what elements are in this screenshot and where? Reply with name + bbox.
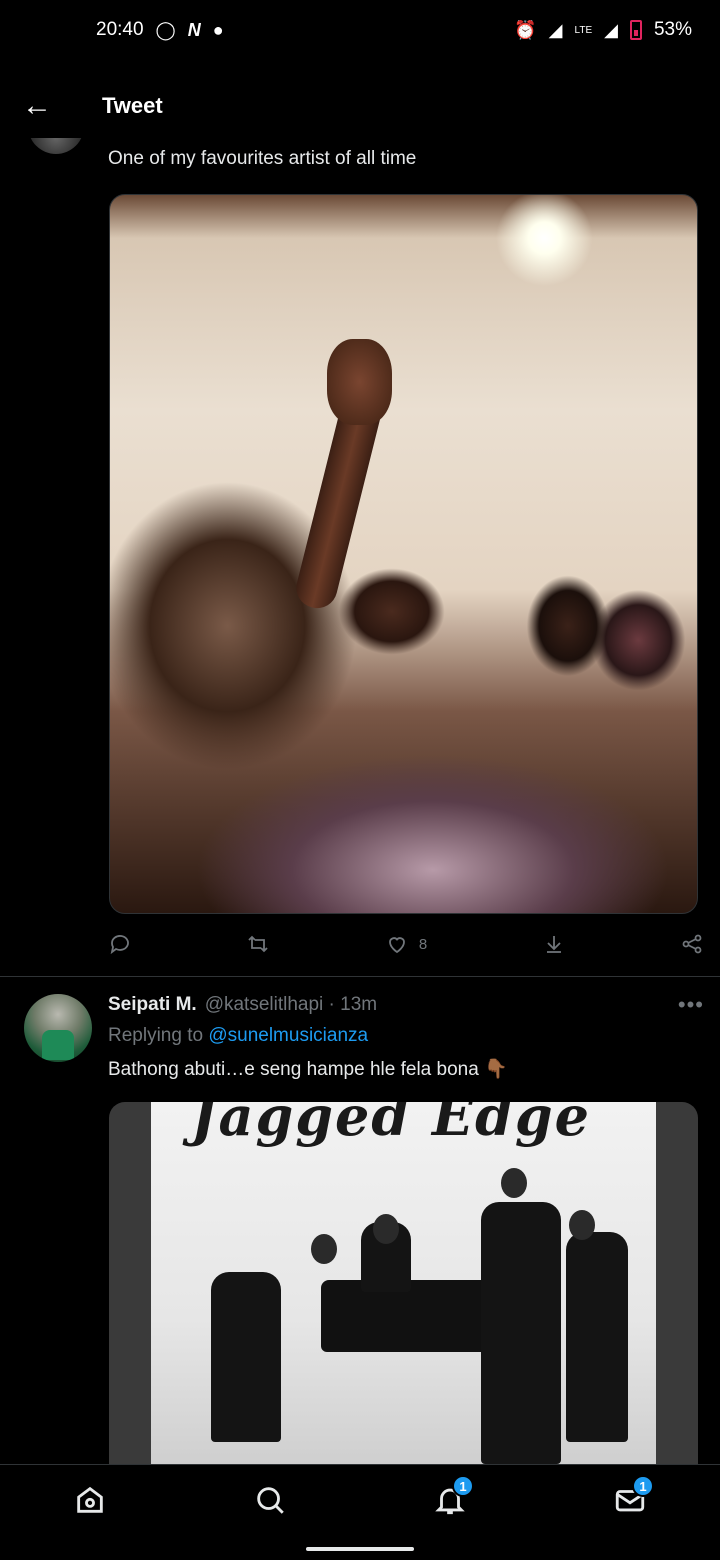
- notifications-badge: 1: [452, 1475, 474, 1497]
- download-icon: [546, 936, 561, 953]
- battery-icon: [629, 20, 642, 40]
- mention-link[interactable]: @sunelmusicianza: [208, 1025, 368, 1046]
- n-icon: N: [187, 19, 201, 40]
- top-app-bar: ← Tweet: [0, 74, 720, 138]
- more-options-icon[interactable]: •••: [678, 992, 704, 1018]
- photo-hand: [327, 338, 392, 425]
- reply-header: Seipati M. @katselitlhapi · 13m •••: [108, 992, 704, 1018]
- figure-head: [311, 1234, 337, 1264]
- alarm-icon: ⏰: [514, 19, 537, 40]
- figure: [211, 1272, 281, 1442]
- lte-icon: LTE: [574, 24, 593, 36]
- home-icon: [77, 1486, 103, 1513]
- divider: [0, 976, 720, 977]
- album-poster: Jagged Edge: [151, 1102, 656, 1464]
- replying-to: Replying to @sunelmusicianza: [108, 1025, 368, 1047]
- status-bar: 20:40 ◯ N ● ⏰ ◢ LTE ◢ 53%: [0, 0, 720, 60]
- tweet-actions: 8: [108, 928, 704, 960]
- page-title: Tweet: [102, 93, 163, 118]
- nav-messages[interactable]: 1: [600, 1475, 660, 1543]
- bookmark-button[interactable]: [542, 932, 566, 956]
- signal-icon-2: ◢: [604, 19, 618, 40]
- like-count: 8: [418, 935, 428, 953]
- messages-badge: 1: [632, 1475, 654, 1497]
- figure: [481, 1202, 561, 1464]
- reply-icon: [110, 935, 129, 955]
- whatsapp-icon: ◯: [155, 19, 176, 40]
- back-arrow-icon[interactable]: ←: [0, 74, 74, 138]
- replying-prefix: Replying to: [108, 1025, 209, 1046]
- battery-percent: 53%: [653, 19, 692, 40]
- retweet-button[interactable]: [246, 932, 270, 956]
- tweet-text: One of my favourites artist of all time: [108, 148, 417, 169]
- search-icon: [257, 1487, 284, 1514]
- chat-icon: ●: [212, 19, 224, 40]
- share-button[interactable]: [680, 932, 704, 956]
- signal-icon: ◢: [548, 19, 563, 40]
- reply-text: Bathong abuti…e seng hampe hle fela bona…: [108, 1059, 508, 1080]
- nav-home[interactable]: [60, 1483, 120, 1543]
- reply-button[interactable]: [108, 932, 132, 956]
- reply-photo[interactable]: Jagged Edge: [109, 1102, 698, 1464]
- reply-avatar[interactable]: [24, 994, 92, 1062]
- tweet-photo[interactable]: [109, 194, 698, 914]
- nav-search[interactable]: [240, 1483, 300, 1543]
- figure-head: [501, 1168, 527, 1198]
- figure: [566, 1232, 628, 1442]
- retweet-icon: [248, 935, 269, 953]
- bottom-nav: 1 1: [0, 1464, 720, 1560]
- nav-notifications[interactable]: 1: [420, 1475, 480, 1543]
- clock: 20:40: [96, 19, 144, 40]
- heart-icon: [388, 937, 405, 954]
- username-time: @katselitlhapi · 13m: [204, 994, 378, 1015]
- figure-head: [373, 1214, 399, 1244]
- share-icon: [682, 934, 702, 954]
- figure-head: [569, 1210, 595, 1240]
- poster-title: Jagged Edge: [191, 1102, 591, 1148]
- home-indicator[interactable]: [306, 1547, 414, 1551]
- like-button[interactable]: 8: [385, 932, 427, 956]
- display-name[interactable]: Seipati M.: [108, 994, 197, 1016]
